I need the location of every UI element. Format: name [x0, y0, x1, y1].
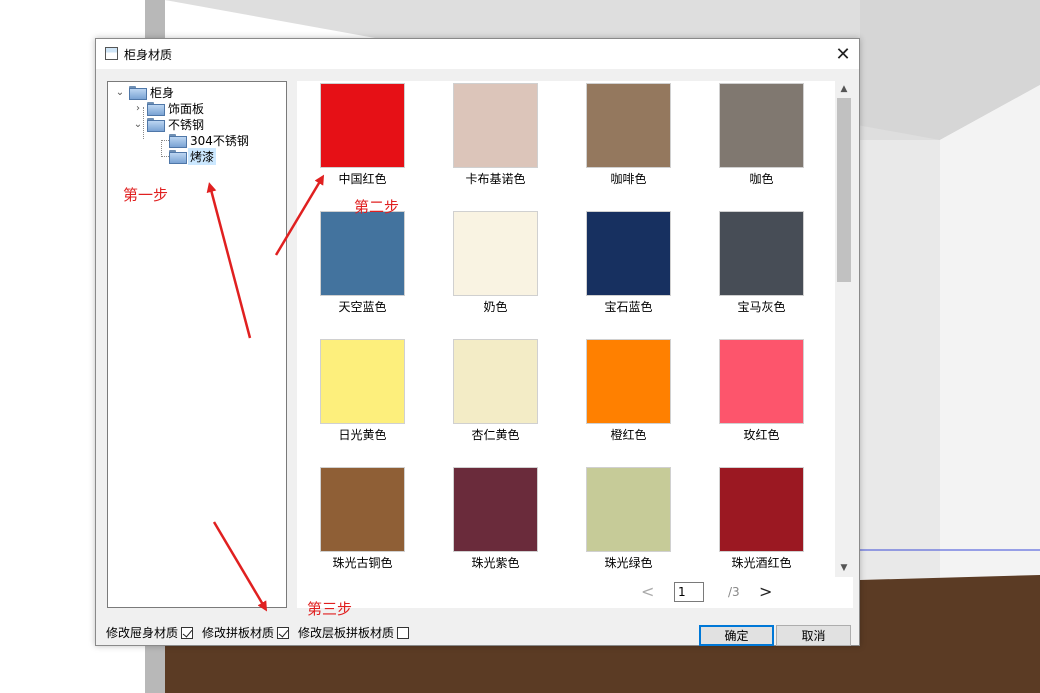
- swatch-label: 宝马灰色: [737, 300, 786, 314]
- swatch-label: 奶色: [483, 300, 508, 314]
- tree-node-304[interactable]: 304不锈钢: [169, 132, 251, 148]
- swatch-label: 天空蓝色: [338, 300, 387, 314]
- swatch-label: 珠光紫色: [471, 556, 520, 570]
- color-chip[interactable]: [320, 83, 405, 168]
- swatch-item[interactable]: 天空蓝色: [297, 209, 430, 337]
- tree-node-paint[interactable]: 烤漆: [169, 147, 217, 165]
- color-chip[interactable]: [453, 339, 538, 424]
- folder-icon: [169, 134, 187, 148]
- scroll-thumb[interactable]: [837, 98, 851, 282]
- tree-node-label: 不锈钢: [168, 117, 205, 132]
- tree-node-root[interactable]: ⌄ 柜身: [114, 84, 176, 100]
- color-chip[interactable]: [586, 211, 671, 296]
- swatch-label: 珠光古铜色: [332, 556, 393, 570]
- swatch-grid: 中国红色 卡布基诺色 咖啡色 咖色天空蓝色 奶色 宝石蓝色 宝马灰色日光黄色 杏仁黄色 橙红色 玫…: [297, 81, 835, 577]
- folder-icon: [147, 102, 165, 116]
- title-bar: 柜身材质 ✕: [96, 39, 859, 69]
- page-total: /3: [728, 585, 740, 599]
- step2-annotation: 第二步: [354, 198, 400, 216]
- next-page-icon[interactable]: >: [759, 582, 772, 601]
- ok-button[interactable]: 确定: [699, 625, 774, 646]
- swatch-label: 咖色: [749, 172, 774, 186]
- tree-node-veneer[interactable]: › 饰面板: [132, 100, 206, 116]
- swatch-item[interactable]: 珠光酒红色: [696, 465, 829, 577]
- swatch-item[interactable]: 宝马灰色: [696, 209, 829, 337]
- scroll-down-icon[interactable]: ▼: [835, 560, 853, 577]
- swatch-label: 宝石蓝色: [604, 300, 653, 314]
- window-icon: [105, 47, 118, 60]
- color-chip[interactable]: [586, 83, 671, 168]
- step1-annotation: 第一步: [123, 186, 169, 204]
- swatch-label: 橙红色: [610, 428, 647, 442]
- color-chip[interactable]: [719, 211, 804, 296]
- swatch-item[interactable]: 卡布基诺色: [430, 81, 563, 209]
- folder-icon: [147, 118, 165, 132]
- checkbox-label: 修改屉身材质: [106, 626, 179, 640]
- checkbox[interactable]: [181, 626, 194, 639]
- page-number-input[interactable]: [674, 582, 704, 602]
- tree-node-label: 柜身: [150, 85, 175, 100]
- checkbox[interactable]: [397, 626, 410, 639]
- color-chip[interactable]: [320, 467, 405, 552]
- chevron-right-icon[interactable]: ›: [132, 103, 144, 114]
- tree-node-label: 饰面板: [168, 101, 205, 116]
- dialog-title: 柜身材质: [124, 48, 173, 62]
- tree-node-stainless[interactable]: ⌄ 不锈钢: [132, 116, 206, 132]
- swatch-item[interactable]: 杏仁黄色: [430, 337, 563, 465]
- check-panel-material[interactable]: 修改拼板材质: [202, 624, 290, 641]
- color-chip[interactable]: [719, 467, 804, 552]
- color-chip[interactable]: [453, 83, 538, 168]
- tree-node-label: 304不锈钢: [190, 133, 249, 148]
- swatch-item[interactable]: 珠光紫色: [430, 465, 563, 577]
- color-chip[interactable]: [586, 339, 671, 424]
- vertical-scrollbar[interactable]: ▲ ▼: [835, 81, 853, 577]
- swatch-item[interactable]: 橙红色: [563, 337, 696, 465]
- tree-node-label: 烤漆: [188, 147, 217, 165]
- color-chip[interactable]: [453, 467, 538, 552]
- check-shelf-material[interactable]: 修改层板拼板材质: [298, 624, 410, 641]
- folder-icon: [129, 86, 147, 100]
- swatch-label: 珠光酒红色: [731, 556, 792, 570]
- checkbox-label: 修改层板拼板材质: [298, 626, 395, 640]
- swatch-item[interactable]: 玫红色: [696, 337, 829, 465]
- color-chip[interactable]: [586, 467, 671, 552]
- swatch-label: 珠光绿色: [604, 556, 653, 570]
- swatch-label: 卡布基诺色: [465, 172, 526, 186]
- category-tree[interactable]: ⌄ 柜身 › 饰面板 ⌄ 不锈钢 304不锈钢 烤漆: [107, 81, 287, 608]
- tree-guide: [161, 140, 162, 157]
- color-chip[interactable]: [719, 339, 804, 424]
- swatch-item[interactable]: 咖啡色: [563, 81, 696, 209]
- swatch-label: 杏仁黄色: [471, 428, 520, 442]
- swatch-item[interactable]: 宝石蓝色: [563, 209, 696, 337]
- swatch-item[interactable]: 珠光古铜色: [297, 465, 430, 577]
- swatch-item[interactable]: 中国红色: [297, 81, 430, 209]
- check-drawer-material[interactable]: 修改屉身材质: [106, 624, 194, 641]
- color-chip[interactable]: [719, 83, 804, 168]
- swatch-panel: 中国红色 卡布基诺色 咖啡色 咖色天空蓝色 奶色 宝石蓝色 宝马灰色日光黄色 杏仁黄色 橙红色 玫…: [297, 81, 853, 608]
- cancel-button[interactable]: 取消: [776, 625, 851, 646]
- color-chip[interactable]: [320, 211, 405, 296]
- swatch-item[interactable]: 奶色: [430, 209, 563, 337]
- color-chip[interactable]: [453, 211, 538, 296]
- swatch-label: 玫红色: [743, 428, 780, 442]
- swatch-item[interactable]: 日光黄色: [297, 337, 430, 465]
- checkbox-label: 修改拼板材质: [202, 626, 275, 640]
- swatch-label: 日光黄色: [338, 428, 387, 442]
- chevron-down-icon[interactable]: ⌄: [114, 87, 126, 98]
- chevron-down-icon[interactable]: ⌄: [132, 119, 144, 130]
- scroll-up-icon[interactable]: ▲: [835, 81, 853, 98]
- option-checkboxes: 修改屉身材质 修改拼板材质 修改层板拼板材质: [106, 624, 418, 641]
- pager: < /3 >: [297, 577, 853, 608]
- checkbox[interactable]: [277, 626, 290, 639]
- close-button[interactable]: ✕: [827, 39, 859, 69]
- swatch-item[interactable]: 珠光绿色: [563, 465, 696, 577]
- prev-page-icon[interactable]: <: [641, 582, 654, 601]
- folder-icon: [169, 150, 187, 164]
- swatch-label: 中国红色: [338, 172, 387, 186]
- color-chip[interactable]: [320, 339, 405, 424]
- swatch-label: 咖啡色: [610, 172, 647, 186]
- material-dialog: 柜身材质 ✕ ⌄ 柜身 › 饰面板 ⌄ 不锈钢 304不锈钢 烤漆 中国红色 卡…: [95, 38, 860, 646]
- swatch-item[interactable]: 咖色: [696, 81, 829, 209]
- step3-annotation: 第三步: [307, 600, 353, 618]
